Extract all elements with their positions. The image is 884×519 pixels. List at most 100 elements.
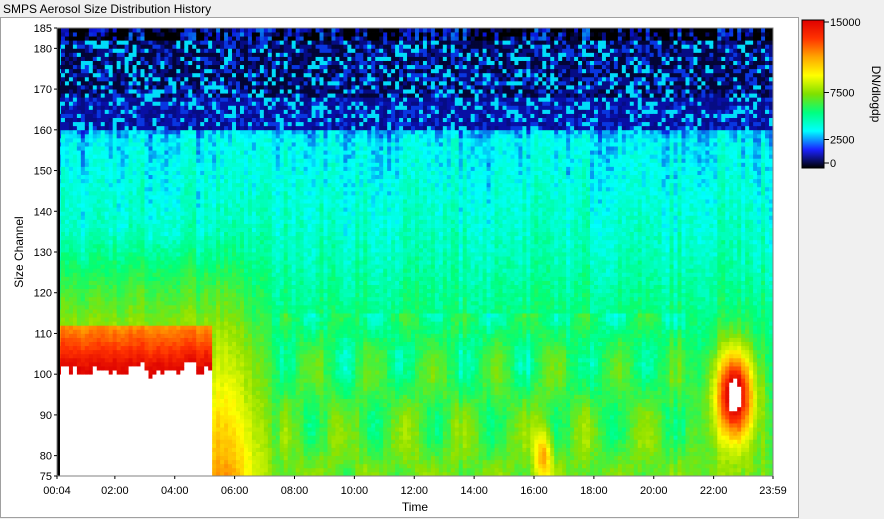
heat-cell [113,325,117,329]
heat-cell [148,232,152,236]
heat-cell [152,154,156,158]
heat-cell [200,166,204,170]
heat-cell [73,101,77,105]
heat-cell [65,187,69,191]
heat-cell [89,215,93,219]
heat-cell [109,130,113,134]
heat-cell [145,171,149,175]
heat-cell [164,423,168,427]
heat-cell [89,378,93,382]
heat-cell [156,407,160,411]
heat-cell [105,276,109,280]
heat-cell [168,183,172,187]
heat-cell [145,415,149,419]
heat-cell [137,105,141,109]
heat-cell [156,289,160,293]
heat-cell [101,415,105,419]
heat-cell [156,305,160,309]
heat-cell [180,203,184,207]
heat-cell [164,199,168,203]
heat-cell [89,289,93,293]
heat-cell [212,268,216,272]
heat-cell [220,358,224,362]
heat-cell [97,386,101,390]
heat-cell [61,325,65,329]
heat-cell [133,272,137,276]
heat-cell [216,77,220,81]
heat-cell [93,187,97,191]
heat-cell [204,272,208,276]
heat-cell [192,240,196,244]
heat-cell [188,158,192,162]
heat-cell [164,195,168,199]
heat-cell [85,228,89,232]
heat-cell [129,40,133,44]
heat-cell [156,175,160,179]
heat-cell [192,419,196,423]
heat-cell [69,329,73,333]
heat-cell [61,142,65,146]
heat-cell [148,138,152,142]
heat-cell [77,256,81,260]
heat-cell [69,281,73,285]
heat-cell [152,407,156,411]
heat-cell [152,105,156,109]
heat-cell [77,350,81,354]
heat-cell [196,362,200,366]
heat-cell [196,423,200,427]
heat-cell [109,468,113,472]
heat-cell [133,447,137,451]
heat-cell [133,317,137,321]
heat-cell [188,32,192,36]
heat-cell [61,333,65,337]
heat-cell [85,358,89,362]
heat-cell [164,166,168,170]
heat-cell [188,390,192,394]
heat-cell [77,118,81,122]
heat-cell [65,346,69,350]
heat-cell [61,374,65,378]
heat-cell [180,427,184,431]
heat-cell [204,456,208,460]
heat-cell [133,350,137,354]
heat-cell [204,419,208,423]
heat-cell [145,305,149,309]
heat-cell [113,154,117,158]
heat-cell [156,146,160,150]
heat-cell [137,223,141,227]
heat-cell [93,219,97,223]
heat-cell [105,297,109,301]
heat-cell [133,407,137,411]
heat-cell [89,268,93,272]
heat-cell [160,468,164,472]
heat-cell [184,435,188,439]
heat-cell [61,329,65,333]
heat-cell [117,276,121,280]
heat-cell [65,228,69,232]
heat-cell [113,346,117,350]
heat-cell [113,309,117,313]
heat-cell [145,114,149,118]
heat-cell [184,350,188,354]
heat-cell [172,69,176,73]
heat-cell [73,199,77,203]
heat-cell [137,411,141,415]
heat-cell [156,309,160,313]
heat-cell [156,219,160,223]
heat-cell [121,260,125,264]
heat-cell [141,346,145,350]
heat-cell [164,138,168,142]
heat-cell [236,427,240,431]
heat-cell [220,342,224,346]
heat-cell [109,175,113,179]
heat-cell [121,350,125,354]
heat-cell [152,423,156,427]
heat-cell [97,85,101,89]
heat-cell [188,399,192,403]
heat-cell [160,382,164,386]
heat-cell [101,289,105,293]
heat-cell [85,281,89,285]
heat-cell [196,166,200,170]
heat-cell [125,301,129,305]
heat-cell [85,175,89,179]
